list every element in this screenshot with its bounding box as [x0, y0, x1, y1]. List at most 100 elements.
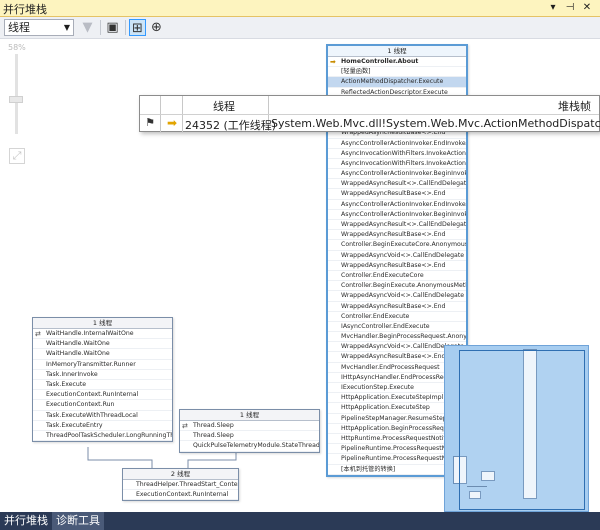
- stack-frame[interactable]: Controller.EndExecute: [328, 312, 466, 322]
- zoom-to-fit-icon[interactable]: ⤢: [9, 148, 25, 164]
- stack-frame[interactable]: [轻量函数]: [328, 67, 466, 78]
- zoom-slider-thumb[interactable]: [9, 96, 23, 103]
- stack-frame[interactable]: InMemoryTransmitter.Runner: [33, 360, 172, 370]
- stack-frame[interactable]: ThreadHelper.ThreadStart_Context: [123, 480, 238, 491]
- stack-frame-label: HttpApplication.ExecuteStep: [341, 404, 430, 412]
- auto-scroll-icon[interactable]: ⊕: [148, 19, 165, 36]
- stack-node-bottom[interactable]: 2 线程 ThreadHelper.ThreadStart_Context Exe…: [122, 468, 239, 502]
- stack-frame[interactable]: Thread.Sleep: [180, 431, 319, 442]
- stack-frame[interactable]: Controller.BeginExecuteCore.AnonymousMet…: [328, 240, 466, 251]
- stack-frame-label: AsyncControllerActionInvoker.BeginInvoke…: [341, 210, 466, 218]
- stack-frame-label: WrappedAsyncResultBase<>.End: [341, 353, 446, 361]
- stack-frame-label: AsyncInvocationWithFilters.InvokeActionM…: [341, 149, 466, 157]
- stack-frame[interactable]: Task.InnerInvoke: [33, 370, 172, 380]
- filter-icon[interactable]: ▼: [79, 19, 96, 36]
- stack-frame-label: WaitHandle.WaitOne: [46, 340, 110, 348]
- minimap[interactable]: [444, 345, 589, 512]
- bottom-tab-bar: 并行堆栈 诊断工具: [0, 512, 600, 530]
- stack-frame-label: ExecutionContext.RunInternal: [136, 491, 229, 499]
- stack-frame[interactable]: Controller.BeginExecute.AnonymousMethod_…: [328, 281, 466, 292]
- stack-frame[interactable]: WrappedAsyncResult<>.CallEndDelegate: [328, 220, 466, 231]
- stack-frame[interactable]: ➡ HomeController.About: [328, 57, 466, 68]
- stack-frame-label: Thread.Sleep: [193, 422, 234, 429]
- stack-frame-label: PipelineStepManager.ResumeSteps: [341, 414, 450, 422]
- stack-frame-label: IAsyncController.EndExecute: [341, 322, 430, 330]
- stack-frame[interactable]: WrappedAsyncResultBase<>.End: [328, 230, 466, 241]
- node-header: 2 线程: [123, 469, 238, 480]
- stack-node-left[interactable]: 1 线程 ⇄ WaitHandle.InternalWaitOne WaitHand…: [32, 317, 173, 443]
- stack-frame-label: WrappedAsyncResult<>.CallEndDelegate: [341, 180, 466, 188]
- stack-frame-label: AsyncInvocationWithFilters.InvokeActionM…: [341, 159, 466, 167]
- toggle-layout-icon[interactable]: ⊞: [129, 19, 146, 36]
- stack-frame-label: ActionMethodDispatcher.Execute: [341, 78, 444, 86]
- stack-node-right[interactable]: 1 线程 ⇄ Thread.Sleep Thread.Sleep QuickPulse…: [179, 409, 320, 453]
- stack-frame[interactable]: ⇄ Thread.Sleep: [180, 421, 319, 432]
- view-select[interactable]: 线程 ▼: [4, 19, 74, 36]
- stack-frame-label: Controller.BeginExecuteCore.AnonymousMet…: [341, 241, 466, 249]
- parallel-stacks-canvas[interactable]: 58% ⤢ 1 线程 ➡ HomeController.About [轻量函数] Ac…: [0, 40, 600, 512]
- stack-frame[interactable]: ExecutionContext.Run: [33, 400, 172, 411]
- thread-icon: ⇄: [35, 330, 41, 338]
- stack-frame-label: WrappedAsyncResultBase<>.End: [341, 190, 446, 198]
- zoom-slider-track[interactable]: [15, 54, 18, 134]
- stack-frame[interactable]: WrappedAsyncVoid<>.CallEndDelegate: [328, 251, 466, 261]
- tab-diagnostic-tools[interactable]: 诊断工具: [52, 512, 104, 530]
- stack-frame[interactable]: WaitHandle.WaitOne: [33, 349, 172, 360]
- stack-frame[interactable]: WrappedAsyncResult<>.CallEndDelegate: [328, 179, 466, 190]
- stack-frame[interactable]: QuickPulseTelemetryModule.StateThreadWor…: [180, 441, 319, 452]
- tab-parallel-stacks[interactable]: 并行堆栈: [0, 512, 52, 530]
- stack-frame[interactable]: AsyncControllerActionInvoker.EndInvokeAc…: [328, 200, 466, 210]
- stack-frame[interactable]: Task.ExecuteEntry: [33, 421, 172, 431]
- stack-frame[interactable]: IAsyncController.EndExecute: [328, 322, 466, 333]
- stack-frame[interactable]: AsyncControllerActionInvoker.BeginInvoke…: [328, 210, 466, 220]
- stack-frame[interactable]: WrappedAsyncVoid<>.CallEndDelegate: [328, 291, 466, 302]
- stack-frame[interactable]: ExecutionContext.RunInternal: [123, 490, 238, 501]
- stack-frame[interactable]: ExecutionContext.RunInternal: [33, 390, 172, 401]
- stack-frame-label: [本机到托管的转换]: [341, 465, 396, 473]
- stack-frame[interactable]: Controller.EndExecuteCore: [328, 271, 466, 282]
- stack-frame[interactable]: AsyncInvocationWithFilters.InvokeActionM…: [328, 149, 466, 159]
- method-view-icon[interactable]: ▣: [104, 19, 121, 36]
- stack-frame[interactable]: WrappedAsyncResultBase<>.End: [328, 302, 466, 312]
- stack-frame[interactable]: MvcHandler.BeginProcessRequest.Anonym...: [328, 332, 466, 343]
- stack-frame-label: IHttpAsyncHandler.EndProcessRequest: [341, 373, 461, 381]
- frame-list: ⇄ WaitHandle.InternalWaitOne WaitHandle.Wa…: [33, 329, 172, 442]
- current-frame-arrow-icon: ➡: [330, 58, 336, 66]
- stack-frame[interactable]: Task.ExecuteWithThreadLocal: [33, 411, 172, 421]
- stack-frame[interactable]: WaitHandle.WaitOne: [33, 339, 172, 350]
- stack-frame-label: AsyncControllerActionInvoker.BeginInvoke…: [341, 170, 466, 178]
- stack-frame[interactable]: AsyncControllerActionInvoker.EndInvokeAc…: [328, 139, 466, 149]
- stack-frame-label: Task.InnerInvoke: [46, 370, 98, 378]
- stack-frame-label: Controller.EndExecuteCore: [341, 271, 424, 279]
- stack-frame[interactable]: ActionMethodDispatcher.Execute: [328, 77, 466, 88]
- stack-frame[interactable]: WrappedAsyncResultBase<>.End: [328, 189, 466, 200]
- stack-frame-label: Controller.BeginExecute.AnonymousMethod_…: [341, 282, 466, 290]
- node-header: 1 线程: [328, 46, 466, 57]
- stack-frame-label: ThreadHelper.ThreadStart_Context: [136, 481, 238, 488]
- stack-frame-label: Controller.EndExecute: [341, 312, 410, 320]
- close-icon[interactable]: ✕: [580, 1, 594, 15]
- flag-icon[interactable]: ⚑: [143, 116, 157, 130]
- dropdown-arrow-icon[interactable]: ▾: [546, 1, 560, 15]
- tooltip-row[interactable]: ⚑ ➡ 24352 (工作线程) System.Web.Mvc.dll!Syst…: [140, 114, 600, 132]
- stack-frame-label: HttpApplication.ExecuteStepImpl: [341, 394, 444, 402]
- stack-frame-label: WaitHandle.WaitOne: [46, 350, 110, 358]
- stack-frame-label: WrappedAsyncVoid<>.CallEndDelegate: [341, 292, 465, 300]
- pin-icon[interactable]: ⊣: [563, 1, 577, 15]
- stack-frame[interactable]: AsyncInvocationWithFilters.InvokeActionM…: [328, 159, 466, 170]
- stack-frame-label: InMemoryTransmitter.Runner: [46, 360, 136, 368]
- stack-frame-label: WrappedAsyncResultBase<>.End: [341, 302, 446, 310]
- stack-frame-label: ExecutionContext.Run: [46, 401, 115, 409]
- stack-frame[interactable]: ThreadPoolTaskScheduler.LongRunningThrea…: [33, 431, 172, 442]
- stack-frame-label: Task.Execute: [46, 380, 87, 388]
- current-thread-arrow-icon: ➡: [166, 116, 178, 130]
- stack-frame[interactable]: Task.Execute: [33, 380, 172, 391]
- stack-frame-label: MvcHandler.BeginProcessRequest.Anonym...: [341, 333, 466, 341]
- stack-frame[interactable]: ⇄ WaitHandle.InternalWaitOne: [33, 329, 172, 340]
- stack-frame-label: Task.ExecuteEntry: [46, 421, 103, 429]
- minimap-viewport[interactable]: [459, 350, 585, 510]
- stack-frame[interactable]: WrappedAsyncResultBase<>.End: [328, 261, 466, 271]
- stack-frame[interactable]: AsyncControllerActionInvoker.BeginInvoke…: [328, 169, 466, 180]
- view-select-value: 线程: [8, 21, 30, 34]
- stack-frame-label: HomeController.About: [341, 58, 419, 65]
